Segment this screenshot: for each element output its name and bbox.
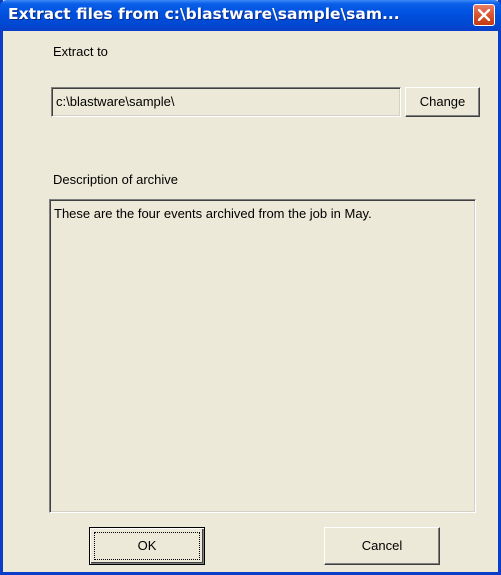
description-label: Description of archive xyxy=(53,172,178,187)
close-button[interactable] xyxy=(473,4,495,26)
dialog-title: Extract files from c:\blastware\sample\s… xyxy=(8,5,400,23)
close-icon xyxy=(478,9,490,21)
cancel-button-label: Cancel xyxy=(361,538,403,553)
focus-rectangle xyxy=(94,532,200,560)
cancel-button[interactable]: Cancel xyxy=(324,527,440,565)
ok-button[interactable]: OK xyxy=(89,527,205,565)
extract-path-value: c:\blastware\sample\ xyxy=(56,94,175,109)
description-text: These are the four events archived from … xyxy=(54,206,372,221)
extract-path-field[interactable]: c:\blastware\sample\ xyxy=(51,87,401,117)
change-button[interactable]: Change xyxy=(405,87,480,117)
description-textarea[interactable]: These are the four events archived from … xyxy=(49,199,476,513)
change-button-label: Change xyxy=(419,94,466,109)
extract-dialog: Extract files from c:\blastware\sample\s… xyxy=(0,0,501,575)
title-bar[interactable]: Extract files from c:\blastware\sample\s… xyxy=(0,0,501,31)
extract-to-label: Extract to xyxy=(53,44,108,59)
